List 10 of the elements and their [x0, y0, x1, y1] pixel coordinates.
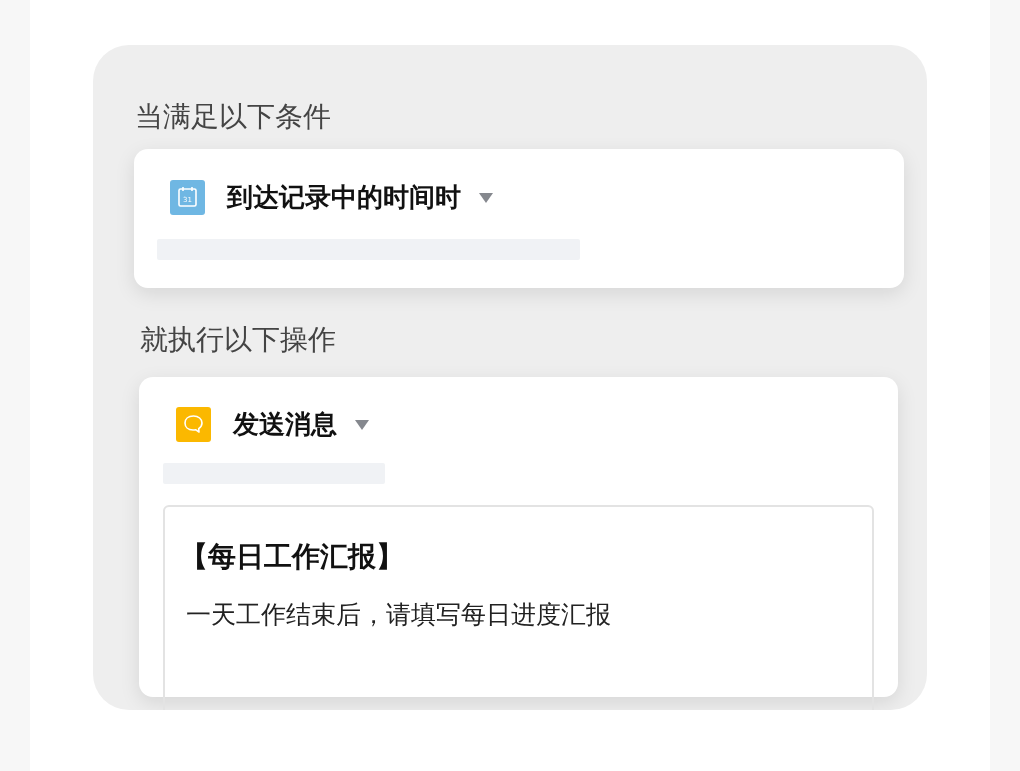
caret-icon[interactable] [355, 419, 369, 430]
section-label: 当满足以下条件 [135, 99, 331, 135]
chat-bubble-icon [176, 407, 211, 442]
trigger-dropdown[interactable]: 到达记录中的时间时 [227, 180, 461, 215]
message-box[interactable]: 【每日工作汇报】 一天工作结束后，请填写每日进度汇报 [163, 505, 874, 710]
action-dropdown[interactable]: 发送消息 [233, 407, 337, 442]
caret-icon[interactable] [479, 192, 493, 203]
section-label: 就执行以下操作 [140, 322, 336, 358]
message-title: 【每日工作汇报】 [180, 539, 404, 575]
message-body: 一天工作结束后，请填写每日进度汇报 [186, 599, 611, 631]
